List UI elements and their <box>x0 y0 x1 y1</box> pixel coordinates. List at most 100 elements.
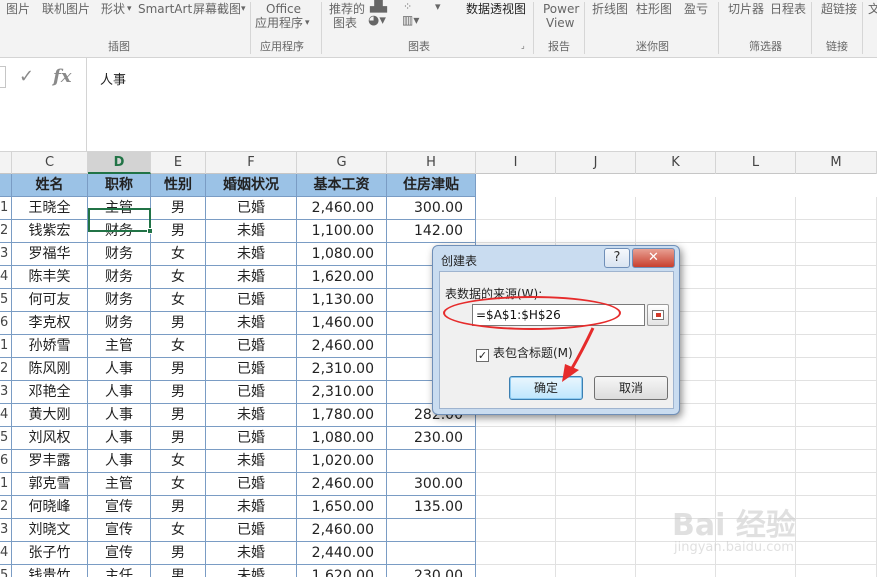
salary-cell[interactable]: 1,620.00 <box>297 266 387 289</box>
empty-cell[interactable] <box>796 335 877 358</box>
salary-cell[interactable]: 2,460.00 <box>297 335 387 358</box>
gender-cell[interactable]: 男 <box>151 427 206 450</box>
name-cell[interactable]: 李克权 <box>12 312 88 335</box>
range-input[interactable]: =$A$1:$H$26 <box>472 304 645 326</box>
empty-cell[interactable] <box>556 565 636 577</box>
row-stub-cell[interactable]: 3 <box>0 519 12 542</box>
salary-cell[interactable]: 1,080.00 <box>297 243 387 266</box>
row-stub-cell[interactable]: 5 <box>0 427 12 450</box>
gender-cell[interactable]: 男 <box>151 197 206 220</box>
ribbon-pictures-button[interactable]: 图片 <box>6 3 30 16</box>
name-cell[interactable]: 郭克雪 <box>12 473 88 496</box>
gender-cell[interactable]: 男 <box>151 381 206 404</box>
empty-cell[interactable] <box>796 358 877 381</box>
marital-cell[interactable]: 已婚 <box>206 358 297 381</box>
row-stub-cell[interactable]: 4 <box>0 266 12 289</box>
name-cell[interactable]: 邓艳全 <box>12 381 88 404</box>
ok-button[interactable]: 确定 <box>509 376 583 400</box>
column-header-g[interactable]: G <box>297 152 387 174</box>
salary-cell[interactable]: 1,100.00 <box>297 220 387 243</box>
salary-cell[interactable]: 1,020.00 <box>297 450 387 473</box>
empty-cell[interactable] <box>636 197 716 220</box>
empty-cell[interactable] <box>716 312 796 335</box>
ribbon-pivot-chart-button[interactable]: 数据透视图 <box>466 3 526 16</box>
bar-chart-icon[interactable]: ▟▙ <box>370 0 387 13</box>
marital-cell[interactable]: 未婚 <box>206 565 297 577</box>
row-stub-cell[interactable]: 2 <box>0 496 12 519</box>
name-cell[interactable]: 何晓峰 <box>12 496 88 519</box>
ribbon-recommended-charts-line2[interactable]: 图表 <box>333 17 357 30</box>
has-headers-row[interactable]: ✓ 表包含标题(M) <box>476 344 573 362</box>
title-cell[interactable]: 财务 <box>88 266 151 289</box>
empty-cell[interactable] <box>716 266 796 289</box>
ribbon-power-view-line2[interactable]: View <box>546 17 574 30</box>
column-header-f[interactable]: F <box>206 152 297 174</box>
column-header-j[interactable]: J <box>556 152 636 174</box>
row-stub-cell[interactable]: 5 <box>0 289 12 312</box>
salary-cell[interactable]: 1,620.00 <box>297 565 387 577</box>
empty-cell[interactable] <box>796 404 877 427</box>
empty-cell[interactable] <box>636 427 716 450</box>
empty-cell[interactable] <box>476 565 556 577</box>
housing-cell[interactable] <box>387 542 476 565</box>
gender-cell[interactable]: 女 <box>151 289 206 312</box>
column-header-k[interactable]: K <box>636 152 716 174</box>
empty-cell[interactable] <box>476 220 556 243</box>
empty-cell[interactable] <box>636 473 716 496</box>
empty-cell[interactable] <box>476 496 556 519</box>
empty-cell[interactable] <box>556 542 636 565</box>
gender-cell[interactable]: 男 <box>151 220 206 243</box>
dialog-launcher-icon[interactable]: ⌟ <box>521 41 525 50</box>
empty-cell[interactable] <box>796 220 877 243</box>
help-button[interactable]: ? <box>604 248 630 268</box>
gender-cell[interactable]: 男 <box>151 358 206 381</box>
name-cell[interactable]: 钱贵竹 <box>12 565 88 577</box>
ribbon-recommended-charts-line1[interactable]: 推荐的 <box>329 3 365 16</box>
row-stub-cell[interactable]: 6 <box>0 312 12 335</box>
empty-cell[interactable] <box>796 381 877 404</box>
empty-cell[interactable] <box>716 473 796 496</box>
empty-cell[interactable] <box>476 450 556 473</box>
combo-chart-icon[interactable]: ▥▾ <box>402 13 419 27</box>
empty-cell[interactable] <box>716 197 796 220</box>
marital-cell[interactable]: 已婚 <box>206 381 297 404</box>
title-cell[interactable]: 财务 <box>88 220 151 243</box>
title-cell[interactable]: 宣传 <box>88 519 151 542</box>
column-header-m[interactable]: M <box>796 152 877 174</box>
title-cell[interactable]: 财务 <box>88 312 151 335</box>
empty-cell[interactable] <box>476 427 556 450</box>
row-stub-cell[interactable]: 3 <box>0 381 12 404</box>
gender-cell[interactable]: 男 <box>151 404 206 427</box>
header-cell-housing[interactable]: 住房津贴 <box>387 174 476 197</box>
ribbon-text-button[interactable]: 文 <box>868 3 877 16</box>
empty-cell[interactable] <box>556 197 636 220</box>
empty-cell[interactable] <box>796 427 877 450</box>
empty-cell[interactable] <box>796 289 877 312</box>
empty-cell[interactable] <box>716 220 796 243</box>
name-cell[interactable]: 钱紫宏 <box>12 220 88 243</box>
title-cell[interactable]: 财务 <box>88 289 151 312</box>
ribbon-slicer-button[interactable]: 切片器 <box>728 3 764 16</box>
salary-cell[interactable]: 2,310.00 <box>297 358 387 381</box>
column-header-c[interactable]: C <box>12 152 88 174</box>
marital-cell[interactable]: 已婚 <box>206 335 297 358</box>
empty-cell[interactable] <box>796 266 877 289</box>
name-cell[interactable]: 孙娇雪 <box>12 335 88 358</box>
title-cell[interactable]: 人事 <box>88 450 151 473</box>
empty-cell[interactable] <box>636 450 716 473</box>
empty-cell[interactable] <box>636 220 716 243</box>
close-button[interactable]: ✕ <box>632 248 675 268</box>
marital-cell[interactable]: 已婚 <box>206 427 297 450</box>
housing-cell[interactable]: 300.00 <box>387 473 476 496</box>
title-cell[interactable]: 人事 <box>88 358 151 381</box>
header-cell-salary[interactable]: 基本工资 <box>297 174 387 197</box>
collapse-dialog-button[interactable] <box>647 304 669 326</box>
marital-cell[interactable]: 已婚 <box>206 197 297 220</box>
marital-cell[interactable]: 未婚 <box>206 542 297 565</box>
salary-cell[interactable]: 2,460.00 <box>297 473 387 496</box>
empty-cell[interactable] <box>556 519 636 542</box>
empty-cell[interactable] <box>796 312 877 335</box>
header-cell-gender[interactable]: 性别 <box>151 174 206 197</box>
marital-cell[interactable]: 未婚 <box>206 220 297 243</box>
name-cell[interactable]: 陈风刚 <box>12 358 88 381</box>
